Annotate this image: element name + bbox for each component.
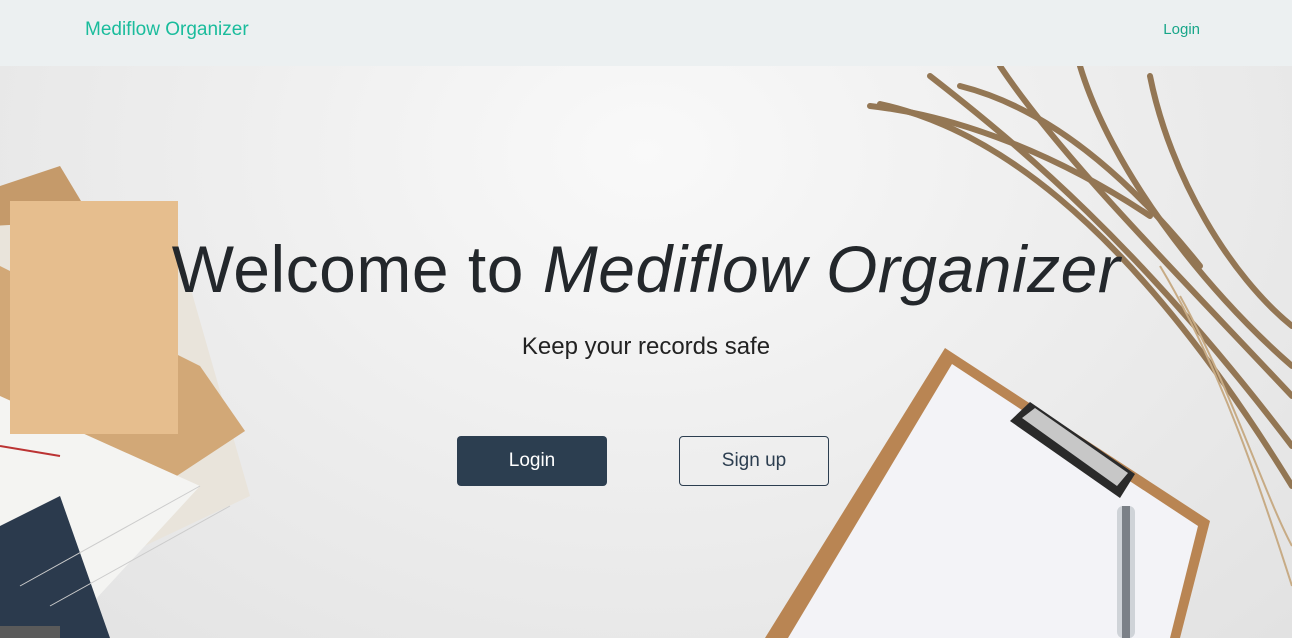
welcome-heading-brand: Mediflow Organizer — [542, 232, 1121, 306]
tagline: Keep your records safe — [521, 333, 771, 360]
nav-login-link[interactable]: Login — [1163, 21, 1200, 38]
brand-link[interactable]: Mediflow Organizer — [85, 19, 249, 41]
hero-section: Welcome to Mediflow Organizer Keep your … — [0, 66, 1292, 638]
navbar: Mediflow Organizer Login — [0, 0, 1292, 66]
login-button[interactable]: Login — [457, 436, 607, 486]
welcome-heading-prefix: Welcome to — [171, 232, 543, 306]
clipboard-decoration — [765, 348, 1210, 638]
welcome-heading: Welcome to Mediflow Organizer — [0, 231, 1292, 307]
signup-button[interactable]: Sign up — [679, 436, 829, 486]
